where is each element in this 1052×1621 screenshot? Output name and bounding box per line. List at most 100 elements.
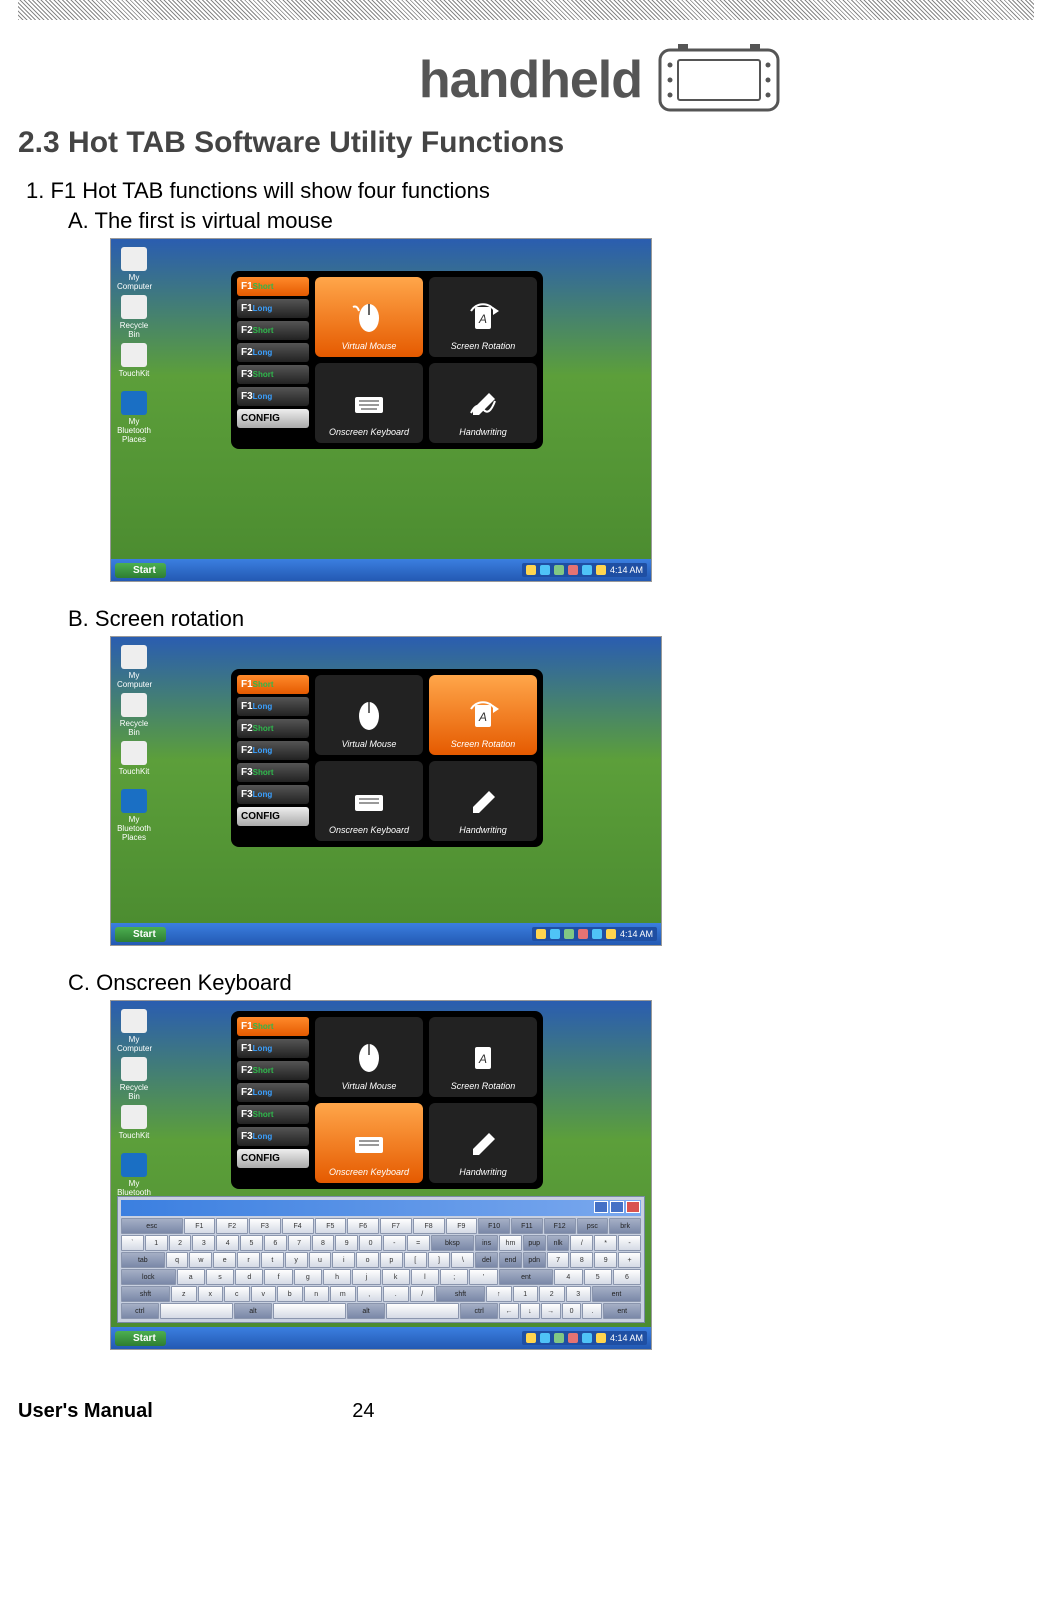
fkey-button: F2Short xyxy=(237,1061,309,1080)
screenshot-onscreen-keyboard: My Computer Recycle Bin TouchKit My Blue… xyxy=(110,1000,652,1350)
keyboard-key: F1 xyxy=(184,1218,216,1234)
keyboard-key: h xyxy=(323,1269,351,1285)
hottab-panel: F1Short F1Long F2Short F2Long F3Short F3… xyxy=(231,1011,543,1189)
keyboard-key: pdn xyxy=(523,1252,546,1268)
keyboard-key: 0 xyxy=(562,1303,582,1319)
keyboard-key: x xyxy=(198,1286,224,1302)
keyboard-key: [ xyxy=(404,1252,427,1268)
fkey-button: F1Long xyxy=(237,299,309,318)
config-button: CONFIG xyxy=(237,1149,309,1168)
keyboard-key: ctrl xyxy=(460,1303,498,1319)
fkey-button: F3Short xyxy=(237,1105,309,1124)
keyboard-key: F3 xyxy=(249,1218,281,1234)
osk-titlebar xyxy=(121,1200,641,1216)
fkey-button: F3Short xyxy=(237,365,309,384)
screenshot-virtual-mouse: My Computer Recycle Bin TouchKit My Blue… xyxy=(110,238,652,582)
desktop-icon: My Bluetooth Places xyxy=(117,391,151,429)
keyboard-key: 9 xyxy=(335,1235,358,1251)
system-tray: 4:14 AM xyxy=(532,927,657,941)
keyboard-key: / xyxy=(410,1286,436,1302)
keyboard-key: k xyxy=(382,1269,410,1285)
close-icon xyxy=(626,1201,640,1213)
tile-virtual-mouse: Virtual Mouse xyxy=(315,1017,423,1097)
fkey-button: F2Long xyxy=(237,343,309,362)
keyboard-key: F5 xyxy=(315,1218,347,1234)
keyboard-key: 1 xyxy=(513,1286,539,1302)
hottab-panel: F1Short F1Long F2Short F2Long F3Short F3… xyxy=(231,271,543,449)
keyboard-key: 3 xyxy=(566,1286,592,1302)
config-button: CONFIG xyxy=(237,409,309,428)
svg-text:A: A xyxy=(478,1052,487,1066)
keyboard-key: 5 xyxy=(240,1235,263,1251)
keyboard-key: ↓ xyxy=(520,1303,540,1319)
list-item-a: A. The first is virtual mouse xyxy=(68,208,1034,234)
tile-virtual-mouse: Virtual Mouse xyxy=(315,277,423,357)
desktop-icon: TouchKit xyxy=(117,1105,151,1143)
list-item-b: B. Screen rotation xyxy=(68,606,1034,632)
keyboard-key: ent xyxy=(592,1286,641,1302)
keyboard-key: 7 xyxy=(547,1252,570,1268)
keyboard-key: t xyxy=(261,1252,284,1268)
device-icon xyxy=(654,40,784,120)
keyboard-key: ent xyxy=(499,1269,554,1285)
keyboard-key: m xyxy=(330,1286,356,1302)
keyboard-key: 0 xyxy=(359,1235,382,1251)
brand-logo-text: handheld xyxy=(419,50,642,110)
fkey-button: F3Long xyxy=(237,387,309,406)
keyboard-key: esc xyxy=(121,1218,183,1234)
keyboard-key: ent xyxy=(603,1303,641,1319)
keyboard-key: brk xyxy=(609,1218,641,1234)
keyboard-key: 6 xyxy=(613,1269,641,1285)
keyboard-key: * xyxy=(594,1235,617,1251)
keyboard-key: z xyxy=(171,1286,197,1302)
fkey-button: F3Long xyxy=(237,785,309,804)
keyboard-key: ' xyxy=(469,1269,497,1285)
list-item-c: C. Onscreen Keyboard xyxy=(68,970,1034,996)
keyboard-key: lock xyxy=(121,1269,176,1285)
start-button: Start xyxy=(115,563,166,578)
keyboard-key: end xyxy=(499,1252,522,1268)
keyboard-key xyxy=(160,1303,233,1319)
fkey-button: F1Short xyxy=(237,675,309,694)
tile-screen-rotation: A Screen Rotation xyxy=(429,1017,537,1097)
desktop-icon: Recycle Bin xyxy=(117,693,151,731)
keyboard-key: n xyxy=(304,1286,330,1302)
keyboard-key: bksp xyxy=(431,1235,475,1251)
keyboard-key: y xyxy=(285,1252,308,1268)
list-item-1: 1. F1 Hot TAB functions will show four f… xyxy=(26,178,1034,204)
minimize-icon xyxy=(594,1201,608,1213)
keyboard-key: g xyxy=(294,1269,322,1285)
keyboard-key: a xyxy=(177,1269,205,1285)
keyboard-key: - xyxy=(383,1235,406,1251)
keyboard-key: 4 xyxy=(554,1269,582,1285)
header-logo-row: handheld xyxy=(18,40,1034,120)
keyboard-key: shft xyxy=(436,1286,485,1302)
keyboard-key: shft xyxy=(121,1286,170,1302)
keyboard-key: nlk xyxy=(547,1235,570,1251)
desktop-icon: My Computer xyxy=(117,247,151,285)
tile-screen-rotation: A Screen Rotation xyxy=(429,277,537,357)
keyboard-key: F7 xyxy=(380,1218,412,1234)
desktop-icon: TouchKit xyxy=(117,741,151,779)
start-button: Start xyxy=(115,1331,166,1346)
keyboard-key: b xyxy=(277,1286,303,1302)
keyboard-key: F8 xyxy=(413,1218,445,1234)
keyboard-key: w xyxy=(189,1252,212,1268)
keyboard-key xyxy=(386,1303,459,1319)
keyboard-key: \ xyxy=(451,1252,474,1268)
keyboard-key: F6 xyxy=(347,1218,379,1234)
keyboard-key: 7 xyxy=(288,1235,311,1251)
hottab-panel: F1Short F1Long F2Short F2Long F3Short F3… xyxy=(231,669,543,847)
keyboard-key: 4 xyxy=(216,1235,239,1251)
onscreen-keyboard-window: escF1F2F3F4F5F6F7F8F9F10F11F12pscbrk`123… xyxy=(117,1196,645,1323)
keyboard-key: u xyxy=(309,1252,332,1268)
keyboard-key: q xyxy=(166,1252,189,1268)
keyboard-key: 6 xyxy=(264,1235,287,1251)
keyboard-key: / xyxy=(570,1235,593,1251)
keyboard-key: , xyxy=(357,1286,383,1302)
keyboard-key: tab xyxy=(121,1252,165,1268)
desktop-icon: My Bluetooth Places xyxy=(117,789,151,827)
keyboard-key: e xyxy=(213,1252,236,1268)
tile-screen-rotation: A Screen Rotation xyxy=(429,675,537,755)
desktop-icon: My Bluetooth Places xyxy=(117,1153,151,1191)
